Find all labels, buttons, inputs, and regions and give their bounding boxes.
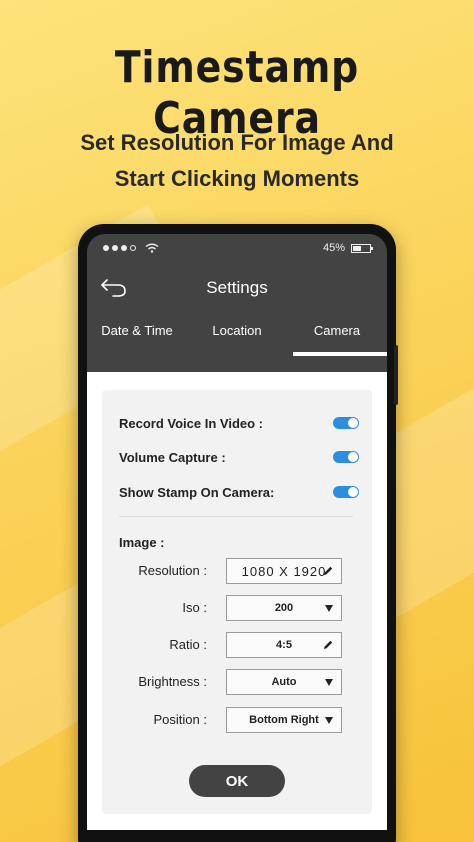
iso-dropdown[interactable]: 200 (226, 595, 342, 621)
settings-card: Record Voice In Video : Volume Capture :… (102, 390, 372, 814)
promo-tagline-line2: Start Clicking Moments (114, 166, 360, 191)
brightness-dropdown[interactable]: Auto (226, 669, 342, 695)
settings-body: Record Voice In Video : Volume Capture :… (87, 372, 387, 830)
brightness-label: Brightness : (138, 674, 207, 689)
record-voice-row: Record Voice In Video : (119, 412, 359, 434)
ratio-value: 4:5 (276, 639, 292, 651)
ratio-label: Ratio : (169, 637, 207, 652)
iso-row: Iso : 200 (102, 595, 372, 621)
position-row: Position : Bottom Right (102, 707, 372, 733)
iso-label: Iso : (182, 600, 207, 615)
brightness-row: Brightness : Auto (102, 669, 372, 695)
phone-screen: 45% Settings Date & Time Location Camera… (87, 234, 387, 830)
battery-icon (351, 243, 373, 253)
resolution-value: 1080 X 1920 (241, 563, 327, 579)
position-label: Position : (153, 712, 207, 727)
volume-capture-row: Volume Capture : (119, 446, 359, 468)
ok-button[interactable]: OK (189, 765, 285, 797)
page-title: Settings (206, 278, 268, 297)
show-stamp-label: Show Stamp On Camera: (119, 484, 275, 500)
position-value: Bottom Right (249, 714, 319, 726)
brightness-value: Auto (271, 676, 297, 688)
chevron-down-icon (325, 679, 333, 686)
phone-side-button (394, 345, 398, 405)
resolution-label: Resolution : (138, 563, 207, 578)
tab-location[interactable]: Location (187, 314, 287, 356)
iso-value: 200 (274, 602, 294, 614)
promo-headline: Timestamp Camera (114, 42, 360, 144)
app-bar: Settings (87, 262, 387, 314)
ratio-field[interactable]: 4:5 (226, 632, 342, 658)
resolution-row: Resolution : 1080 X 1920 (102, 558, 372, 584)
resolution-field[interactable]: 1080 X 1920 (226, 558, 342, 584)
ratio-row: Ratio : 4:5 (102, 632, 372, 658)
tab-camera[interactable]: Camera (287, 314, 387, 356)
promo-tagline-line1: Set Resolution For Image And (80, 130, 394, 155)
tab-date-time[interactable]: Date & Time (87, 314, 187, 356)
back-arrow-icon[interactable] (99, 274, 129, 300)
position-dropdown[interactable]: Bottom Right (226, 707, 342, 733)
chevron-down-icon (325, 605, 333, 612)
pencil-icon (324, 566, 333, 575)
record-voice-toggle[interactable] (333, 417, 359, 429)
show-stamp-toggle[interactable] (333, 486, 359, 498)
signal-icon (103, 243, 159, 253)
show-stamp-row: Show Stamp On Camera: (119, 481, 359, 503)
image-section-label: Image : (119, 535, 165, 550)
status-bar: 45% (87, 234, 387, 262)
volume-capture-label: Volume Capture : (119, 449, 226, 465)
chevron-down-icon (325, 717, 333, 724)
record-voice-label: Record Voice In Video : (119, 415, 263, 431)
divider (119, 516, 353, 517)
wifi-icon (145, 243, 159, 253)
battery-percent: 45% (322, 242, 345, 254)
pencil-icon (324, 640, 333, 649)
volume-capture-toggle[interactable] (333, 451, 359, 463)
tab-bar: Date & Time Location Camera (87, 314, 387, 356)
